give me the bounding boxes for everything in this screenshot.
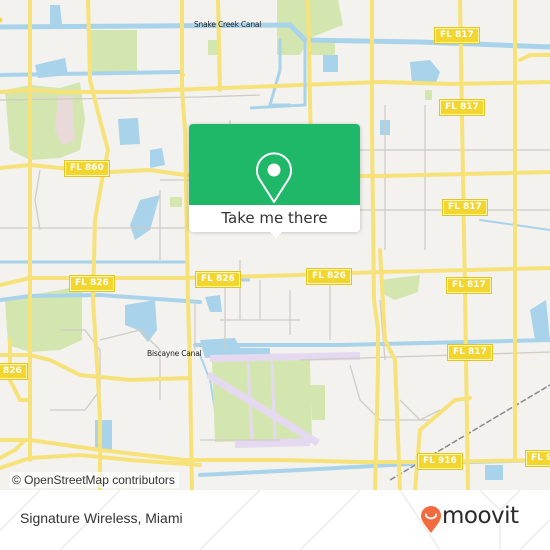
road-shield-fl-817: FL 817 bbox=[447, 278, 491, 293]
road-shield-fl-826: FL 826 bbox=[196, 272, 240, 287]
road-shield-fl-817: FL 817 bbox=[440, 100, 484, 115]
road-shield-fl-817: FL 817 bbox=[443, 200, 487, 215]
place-name: Signature Wireless, Miami bbox=[20, 510, 183, 526]
airport bbox=[206, 352, 360, 448]
road-shield-fl-817: FL 817 bbox=[448, 345, 492, 360]
canal-label-biscayne: Biscayne Canal bbox=[147, 349, 202, 358]
road-shield-fl-916: FL 9 bbox=[526, 451, 550, 466]
popup-header bbox=[189, 124, 360, 205]
take-me-there-popup[interactable]: Take me there bbox=[189, 124, 360, 238]
road-shield-fl-860: FL 860 bbox=[65, 161, 109, 176]
popup-tail bbox=[269, 231, 283, 238]
moovit-pin-icon bbox=[421, 506, 441, 533]
map-view[interactable]: FL 817 FL 817 FL 817 FL 817 FL 817 FL 86… bbox=[0, 0, 550, 490]
take-me-there-button[interactable]: Take me there bbox=[189, 205, 360, 232]
road-shield-fl-817: FL 817 bbox=[435, 28, 479, 43]
map-canvas bbox=[0, 0, 550, 490]
road-shield-fl-826: FL 826 bbox=[70, 276, 114, 291]
road-shield-826: 826 bbox=[0, 364, 27, 379]
footer-bar: Signature Wireless, Miami moovit bbox=[0, 490, 550, 550]
canal-label-snake-creek: Snake Creek Canal bbox=[194, 20, 262, 29]
road-shield-fl-916: FL 916 bbox=[418, 454, 462, 469]
map-attribution[interactable]: © OpenStreetMap contributors bbox=[10, 472, 179, 488]
moovit-wordmark: moovit bbox=[442, 503, 519, 529]
location-pin-icon bbox=[256, 152, 292, 203]
road-shield-fl-826: FL 826 bbox=[307, 269, 351, 284]
